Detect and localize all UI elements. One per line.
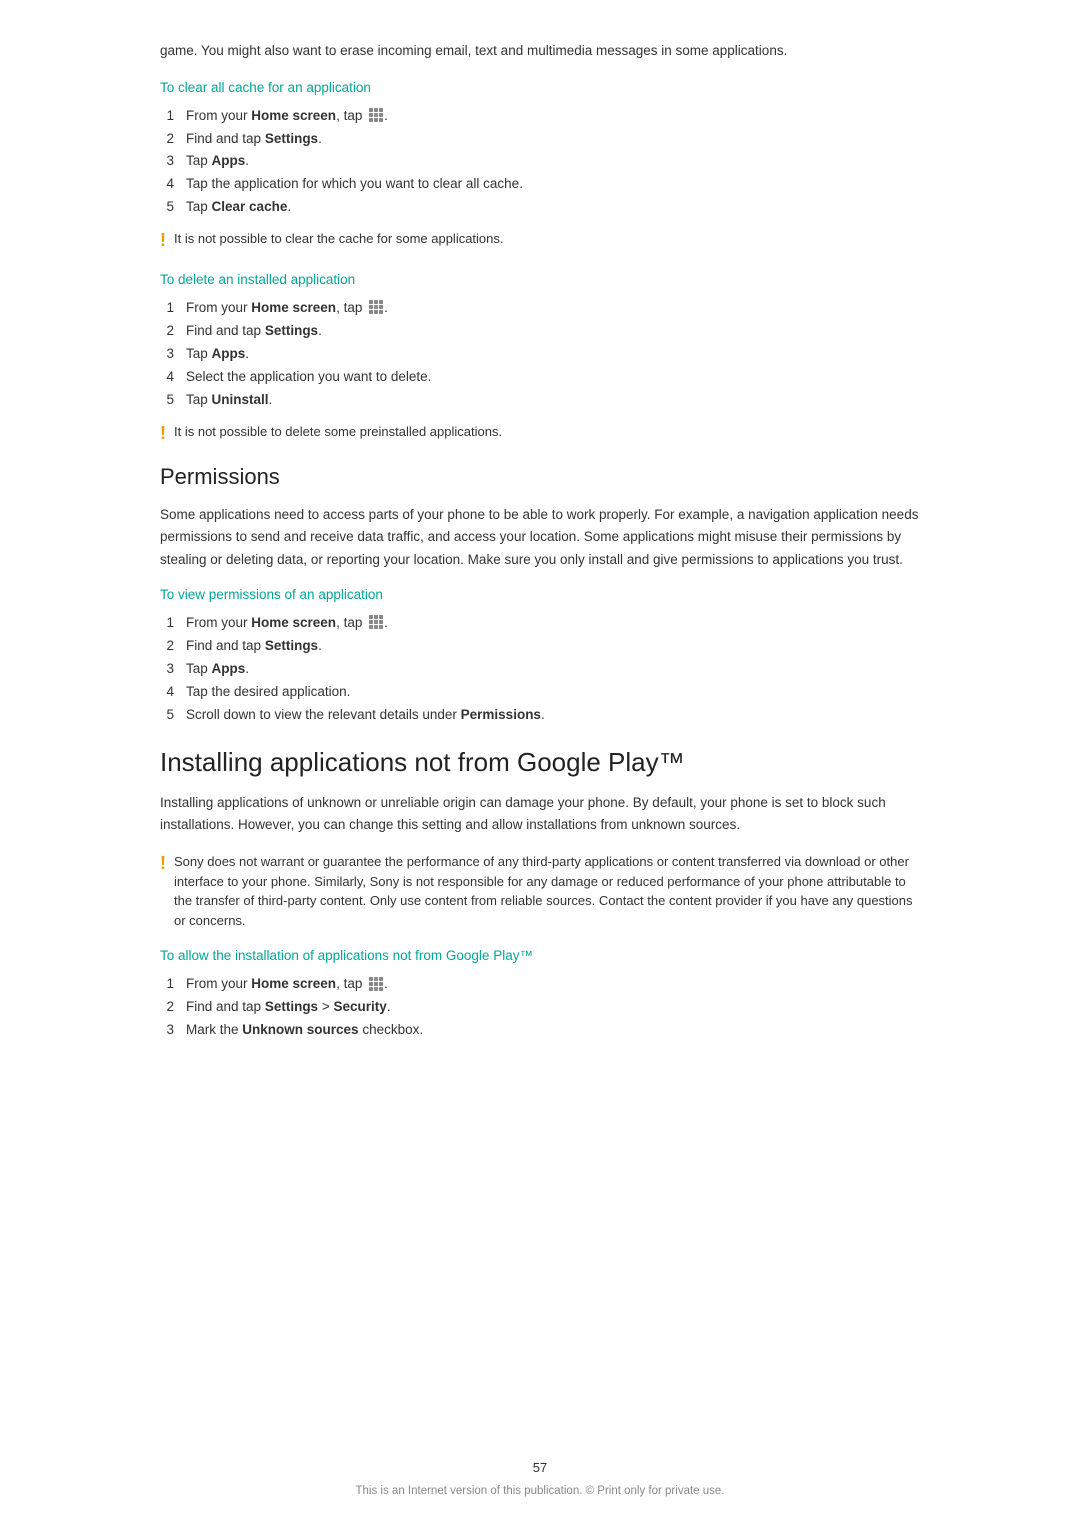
list-item: 1 From your Home screen, tap . xyxy=(160,105,920,128)
list-item: 2 Find and tap Settings. xyxy=(160,320,920,343)
permissions-section: Permissions Some applications need to ac… xyxy=(160,464,920,726)
installing-section: Installing applications not from Google … xyxy=(160,747,920,1042)
delete-note: ! It is not possible to delete some prei… xyxy=(160,422,920,445)
clear-cache-steps: 1 From your Home screen, tap . 2 Find an… xyxy=(160,105,920,220)
grid-icon xyxy=(368,107,384,123)
list-item: 3 Mark the Unknown sources checkbox. xyxy=(160,1019,920,1042)
list-item: 5 Tap Clear cache. xyxy=(160,196,920,219)
permissions-body: Some applications need to access parts o… xyxy=(160,504,920,571)
warning-icon: ! xyxy=(160,230,166,252)
list-item: 3 Tap Apps. xyxy=(160,343,920,366)
delete-heading: To delete an installed application xyxy=(160,272,920,287)
view-permissions-heading: To view permissions of an application xyxy=(160,587,920,602)
list-item: 5 Tap Uninstall. xyxy=(160,389,920,412)
delete-steps: 1 From your Home screen, tap . 2 Find an… xyxy=(160,297,920,412)
list-item: 4 Tap the desired application. xyxy=(160,681,920,704)
permissions-steps: 1 From your Home screen, tap . 2 Find an… xyxy=(160,612,920,727)
clear-cache-note: ! It is not possible to clear the cache … xyxy=(160,229,920,252)
page: game. You might also want to erase incom… xyxy=(0,0,1080,1527)
grid-icon xyxy=(368,299,384,315)
delete-section: To delete an installed application 1 Fro… xyxy=(160,272,920,444)
clear-cache-section: To clear all cache for an application 1 … xyxy=(160,80,920,252)
clear-cache-heading: To clear all cache for an application xyxy=(160,80,920,95)
list-item: 4 Tap the application for which you want… xyxy=(160,173,920,196)
install-steps: 1 From your Home screen, tap . 2 Find an… xyxy=(160,973,920,1042)
list-item: 1 From your Home screen, tap . xyxy=(160,297,920,320)
installing-body: Installing applications of unknown or un… xyxy=(160,792,920,837)
footer-note: This is an Internet version of this publ… xyxy=(356,1485,725,1497)
list-item: 2 Find and tap Settings. xyxy=(160,635,920,658)
grid-icon xyxy=(368,614,384,630)
list-item: 4 Select the application you want to del… xyxy=(160,366,920,389)
list-item: 5 Scroll down to view the relevant detai… xyxy=(160,704,920,727)
list-item: 2 Find and tap Settings > Security. xyxy=(160,996,920,1019)
list-item: 1 From your Home screen, tap . xyxy=(160,612,920,635)
warning-icon: ! xyxy=(160,423,166,445)
intro-paragraph: game. You might also want to erase incom… xyxy=(160,40,920,62)
list-item: 2 Find and tap Settings. xyxy=(160,128,920,151)
list-item: 3 Tap Apps. xyxy=(160,150,920,173)
warning-icon: ! xyxy=(160,853,166,875)
allow-install-heading: To allow the installation of application… xyxy=(160,948,920,963)
grid-icon xyxy=(368,976,384,992)
permissions-heading: Permissions xyxy=(160,464,920,490)
installing-heading: Installing applications not from Google … xyxy=(160,747,920,778)
page-number: 57 xyxy=(0,1460,1080,1475)
list-item: 1 From your Home screen, tap . xyxy=(160,973,920,996)
installing-note-block: ! Sony does not warrant or guarantee the… xyxy=(160,852,920,930)
page-footer: 57 This is an Internet version of this p… xyxy=(0,1460,1080,1497)
list-item: 3 Tap Apps. xyxy=(160,658,920,681)
